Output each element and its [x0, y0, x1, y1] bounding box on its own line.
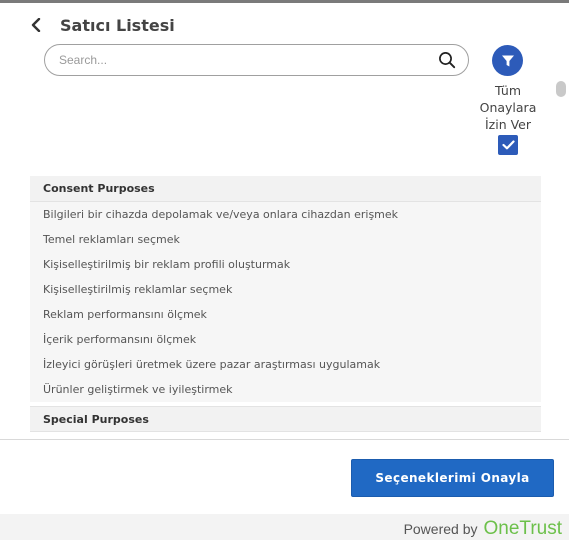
allow-all-checkbox[interactable] — [498, 135, 518, 155]
purpose-item: İçerik performansını ölçmek — [30, 327, 541, 352]
allow-all-label: Tüm Onaylara İzin Ver — [476, 82, 540, 133]
section-header-consent-purposes[interactable]: Consent Purposes — [30, 176, 541, 202]
allow-all-label-line: Tüm — [494, 83, 522, 98]
purpose-item: Kişiselleştirilmiş reklamlar seçmek — [30, 277, 541, 302]
powered-by[interactable]: Powered by OneTrust — [404, 518, 562, 540]
chevron-left-icon — [31, 18, 41, 32]
page-title: Satıcı Listesi — [60, 15, 175, 35]
checkmark-icon — [501, 140, 515, 150]
divider — [0, 439, 569, 440]
purpose-item: Bilgileri bir cihazda depolamak ve/veya … — [30, 202, 541, 227]
purpose-item: Ürünler geliştirmek ve iyileştirmek — [30, 377, 541, 402]
filter-icon — [501, 55, 514, 66]
allow-all-label-line: İzin Ver — [484, 117, 532, 132]
filter-button[interactable] — [492, 45, 523, 76]
top-border — [0, 0, 569, 3]
purpose-item: İzleyici görüşleri üretmek üzere pazar a… — [30, 352, 541, 377]
scrollbar-thumb[interactable] — [556, 81, 566, 97]
footer: Powered by OneTrust — [0, 514, 569, 540]
purpose-item: Kişiselleştirilmiş bir reklam profili ol… — [30, 252, 541, 277]
purpose-item: Temel reklamları seçmek — [30, 227, 541, 252]
purpose-item: Reklam performansını ölçmek — [30, 302, 541, 327]
search-box — [44, 44, 469, 76]
search-icon[interactable] — [438, 51, 456, 69]
powered-by-text: Powered by — [403, 521, 478, 537]
search-input[interactable] — [59, 45, 429, 75]
section-header-special-purposes[interactable]: Special Purposes — [30, 406, 541, 432]
purposes-list: Consent Purposes Bilgileri bir cihazda d… — [30, 176, 541, 434]
back-button[interactable] — [28, 14, 44, 36]
allow-all-label-line: Onaylara — [479, 100, 537, 115]
header: Satıcı Listesi — [28, 12, 175, 38]
confirm-choices-button[interactable]: Seçeneklerimi Onayla — [351, 459, 554, 497]
onetrust-logo: OneTrust — [483, 518, 563, 539]
